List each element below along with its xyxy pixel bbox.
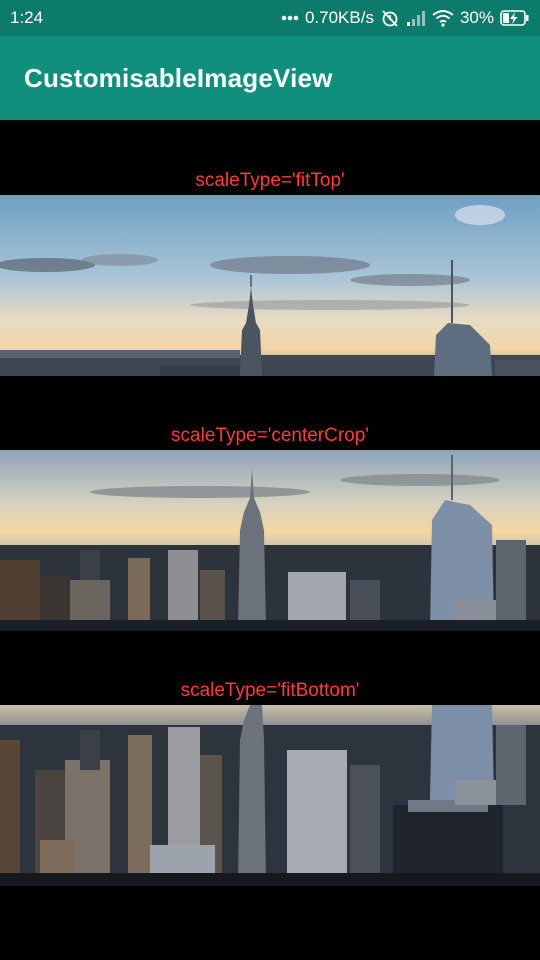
alarm-off-icon [380,8,400,28]
image-view-fit-top [0,195,540,376]
app-title: CustomisableImageView [24,62,333,93]
image-view-center-crop [0,450,540,631]
network-speed: 0.70KB/s [304,8,374,27]
app-bar: CustomisableImageView [0,36,540,120]
signal-icon [406,9,426,27]
label-fit-top: scaleType='fitTop' [195,170,345,191]
status-time: 1:24 [10,8,44,27]
more-dots-icon [281,15,299,21]
image-list: scaleType='fitTop' scaleType='centerCrop… [0,120,540,960]
wifi-icon [432,9,454,27]
image-view-fit-bottom [0,705,540,886]
battery-charging-icon [500,10,530,26]
status-icons: 0.70KB/s 30% [281,8,530,28]
label-fit-bottom: scaleType='fitBottom' [180,680,360,701]
status-bar: 1:24 0.70KB/s 30% [0,0,540,36]
battery-level: 30% [459,8,494,27]
label-center-crop: scaleType='centerCrop' [171,425,369,446]
